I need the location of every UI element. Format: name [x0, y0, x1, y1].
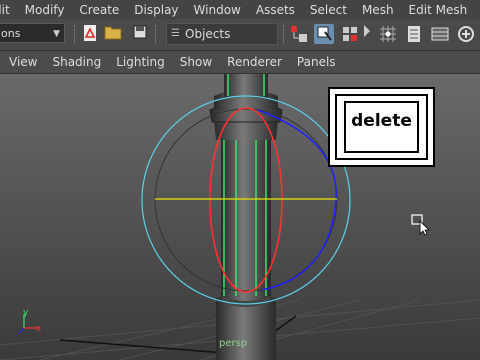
- menu-mesh[interactable]: Mesh: [362, 3, 394, 17]
- toolbar-separator: [155, 25, 158, 43]
- list-menu-icon: ☰: [171, 28, 180, 39]
- mouse-cursor-icon: [411, 214, 433, 240]
- status-toolbar: ons ▼ ☰ Objects: [0, 19, 480, 51]
- menu-display[interactable]: Display: [134, 3, 178, 17]
- axis-x-label: x: [36, 324, 42, 334]
- panel-menu-lighting[interactable]: Lighting: [116, 55, 165, 69]
- chevron-right-icon[interactable]: [362, 24, 372, 44]
- menu-set-value: ons: [1, 27, 21, 40]
- menu-select[interactable]: Select: [310, 3, 347, 17]
- chevron-down-icon: ▼: [53, 29, 60, 39]
- main-menubar: dit Modify Create Display Window Assets …: [0, 0, 480, 19]
- select-by-object-type-icon[interactable]: [314, 24, 334, 44]
- toolbar-separator: [283, 25, 286, 43]
- selection-mask-dropdown[interactable]: ☰ Objects: [166, 23, 278, 45]
- select-by-component-type-icon[interactable]: [340, 24, 360, 44]
- menu-edit-mesh[interactable]: Edit Mesh: [409, 3, 468, 17]
- render-settings-icon[interactable]: [456, 24, 476, 44]
- menu-create[interactable]: Create: [79, 3, 119, 17]
- snap-to-grid-icon[interactable]: [378, 24, 398, 44]
- menu-assets[interactable]: Assets: [256, 3, 295, 17]
- new-scene-icon[interactable]: [80, 24, 100, 44]
- menu-set-dropdown[interactable]: ons ▼: [0, 23, 65, 43]
- panel-menu-view[interactable]: View: [9, 55, 37, 69]
- render-frame-icon[interactable]: [430, 24, 450, 44]
- panel-menu-shading[interactable]: Shading: [52, 55, 101, 69]
- panel-menu-panels[interactable]: Panels: [297, 55, 336, 69]
- camera-label: persp: [219, 338, 248, 349]
- menu-edit[interactable]: dit: [0, 3, 10, 17]
- history-icon[interactable]: [404, 24, 424, 44]
- delete-key-label: delete: [351, 111, 412, 131]
- panel-menu-renderer[interactable]: Renderer: [227, 55, 282, 69]
- selection-mask-label: Objects: [185, 27, 231, 41]
- toolbar-separator: [74, 25, 77, 43]
- select-by-hierarchy-icon[interactable]: [289, 24, 309, 44]
- delete-key-overlay: delete: [328, 87, 435, 167]
- menu-modify[interactable]: Modify: [25, 3, 65, 17]
- panel-menu-show[interactable]: Show: [180, 55, 212, 69]
- panel-menubar: View Shading Lighting Show Renderer Pane…: [0, 51, 480, 74]
- menu-window[interactable]: Window: [194, 3, 241, 17]
- axis-y-label: y: [23, 308, 29, 318]
- save-scene-icon[interactable]: [130, 24, 150, 44]
- open-folder-icon[interactable]: [103, 24, 123, 44]
